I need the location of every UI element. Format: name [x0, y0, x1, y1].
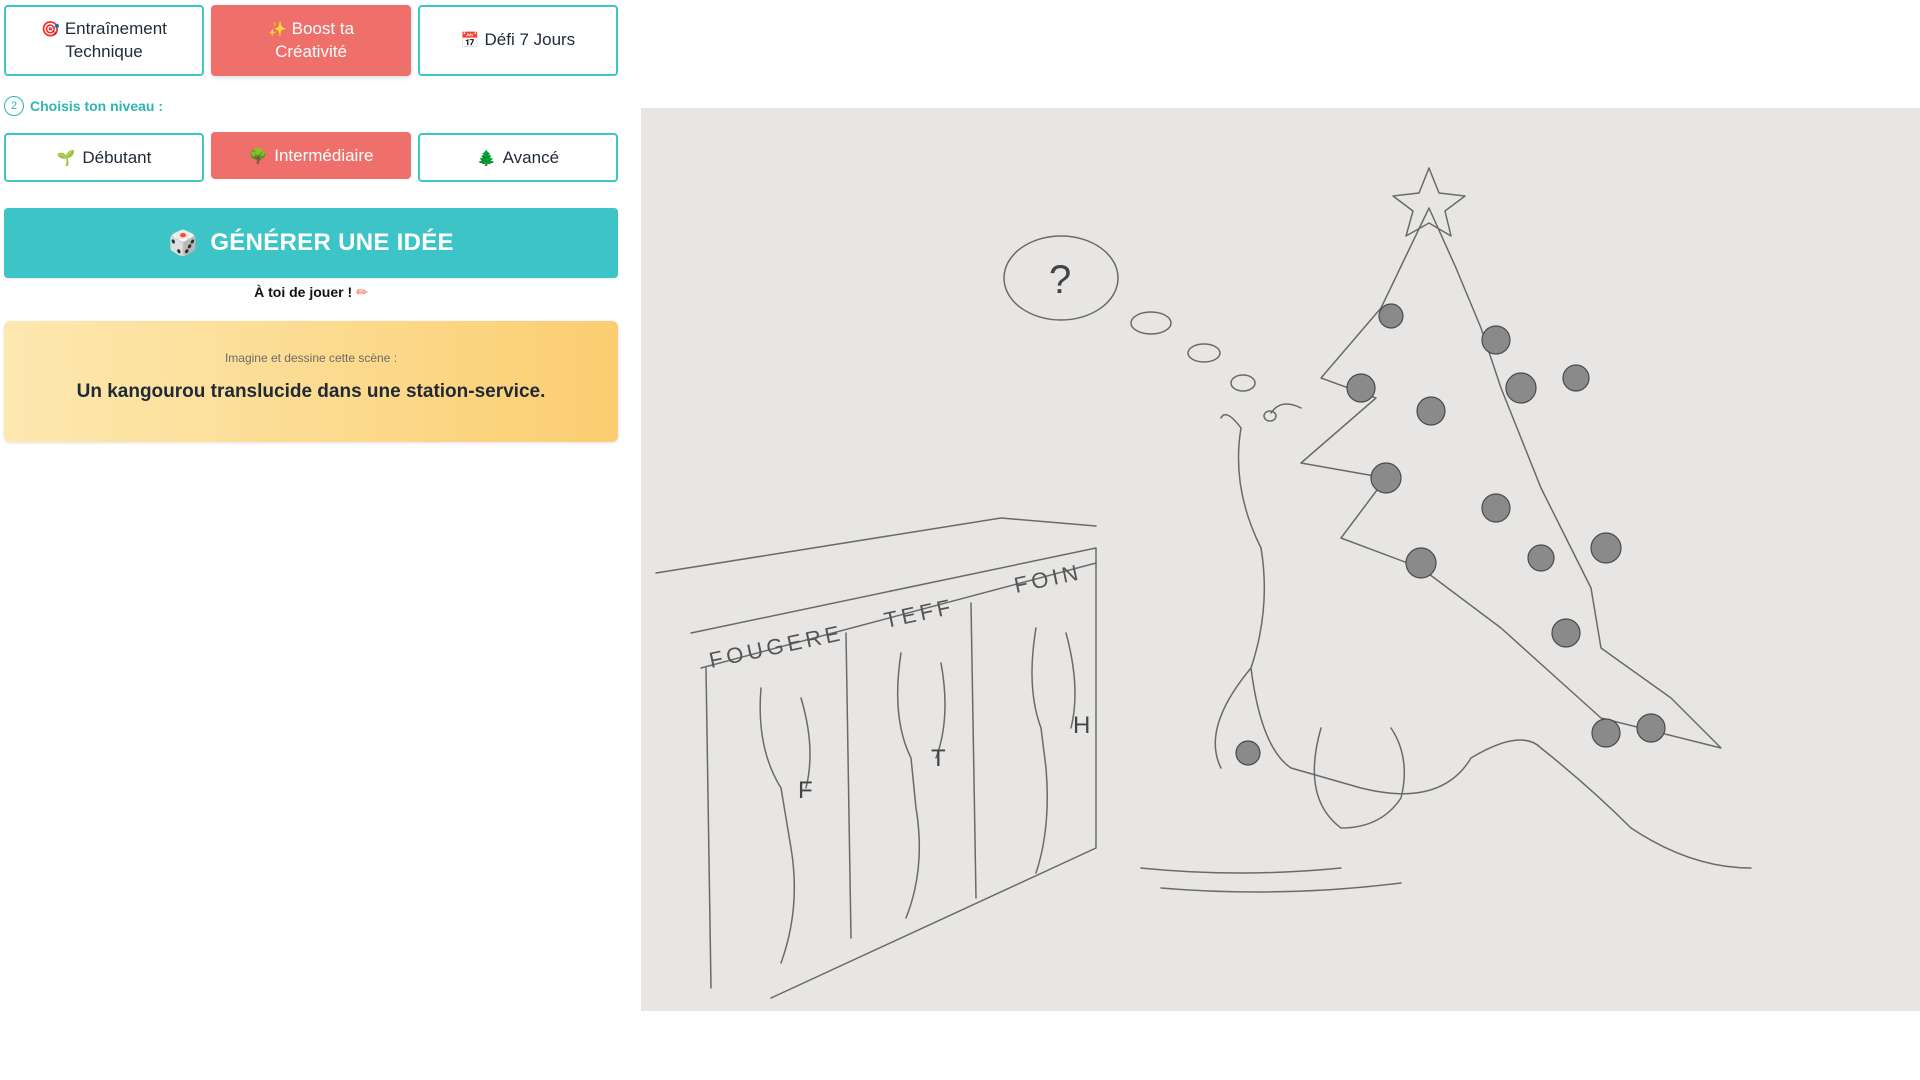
mode-selector: 🎯 Entraînement Technique ✨ Boost ta Créati… — [4, 5, 618, 76]
seedling-icon: 🌱 — [56, 149, 76, 167]
left-panel: 🎯 Entraînement Technique ✨ Boost ta Créati… — [4, 5, 618, 442]
mode-label-line1: Entraînement — [64, 19, 167, 38]
level-label: Avancé — [502, 147, 560, 167]
evergreen-icon: 🌲 — [476, 149, 496, 167]
level-button-avance[interactable]: 🌲 Avancé — [418, 133, 618, 182]
idea-hint: Imagine et dessine cette scène : — [224, 351, 398, 365]
level-step-heading: 2 Choisis ton niveau : — [4, 96, 618, 116]
sparkles-icon: ✨ — [267, 21, 287, 38]
mode-label-line2: Créativité — [275, 42, 347, 61]
step-number-badge: 2 — [4, 96, 24, 116]
level-selector: 🌱 Débutant 🌳 Intermédiaire 🌲 Avancé — [4, 132, 618, 182]
level-label: Intermédiaire — [274, 145, 374, 165]
level-button-intermediaire[interactable]: 🌳 Intermédiaire — [211, 132, 411, 179]
pencil-icon: ✏ — [356, 284, 368, 300]
generate-idea-button[interactable]: 🎲 GÉNÉRER UNE IDÉE — [4, 208, 618, 278]
pencil-sketch-image: FOUGERE TEFF FOIN F T H ? — [641, 108, 1920, 1011]
mode-label-line1: Défi 7 Jours — [484, 30, 576, 49]
mode-button-technique[interactable]: 🎯 Entraînement Technique — [4, 5, 204, 76]
nozzle-letter-t: T — [931, 745, 946, 772]
mode-label-line2: Technique — [65, 42, 143, 61]
idea-card: Imagine et dessine cette scène : Un kang… — [4, 321, 618, 442]
mode-label-line1: Boost ta — [291, 19, 355, 38]
thought-question-mark: ? — [1049, 258, 1071, 302]
tree-icon: 🌳 — [248, 147, 268, 165]
mode-button-defi[interactable]: 📅 Défi 7 Jours — [418, 5, 618, 76]
nozzle-letter-f: F — [798, 777, 813, 804]
generate-label: GÉNÉRER UNE IDÉE — [210, 229, 454, 256]
target-icon: 🎯 — [41, 21, 60, 38]
your-turn-text: À toi de jouer ! — [254, 284, 353, 300]
idea-text: Un kangourou translucide dans une statio… — [76, 381, 546, 402]
nozzle-letter-h: H — [1073, 712, 1090, 739]
calendar-icon: 📅 — [460, 32, 480, 49]
step-label: Choisis ton niveau : — [30, 98, 164, 114]
level-label: Débutant — [82, 147, 152, 167]
level-button-debutant[interactable]: 🌱 Débutant — [4, 133, 204, 182]
your-turn-line: À toi de jouer ! ✏ — [4, 284, 618, 301]
uploaded-drawing: FOUGERE TEFF FOIN F T H ? — [641, 108, 1920, 1011]
dice-icon: 🎲 — [168, 229, 199, 257]
mode-button-creativite[interactable]: ✨ Boost ta Créativité — [211, 5, 411, 76]
